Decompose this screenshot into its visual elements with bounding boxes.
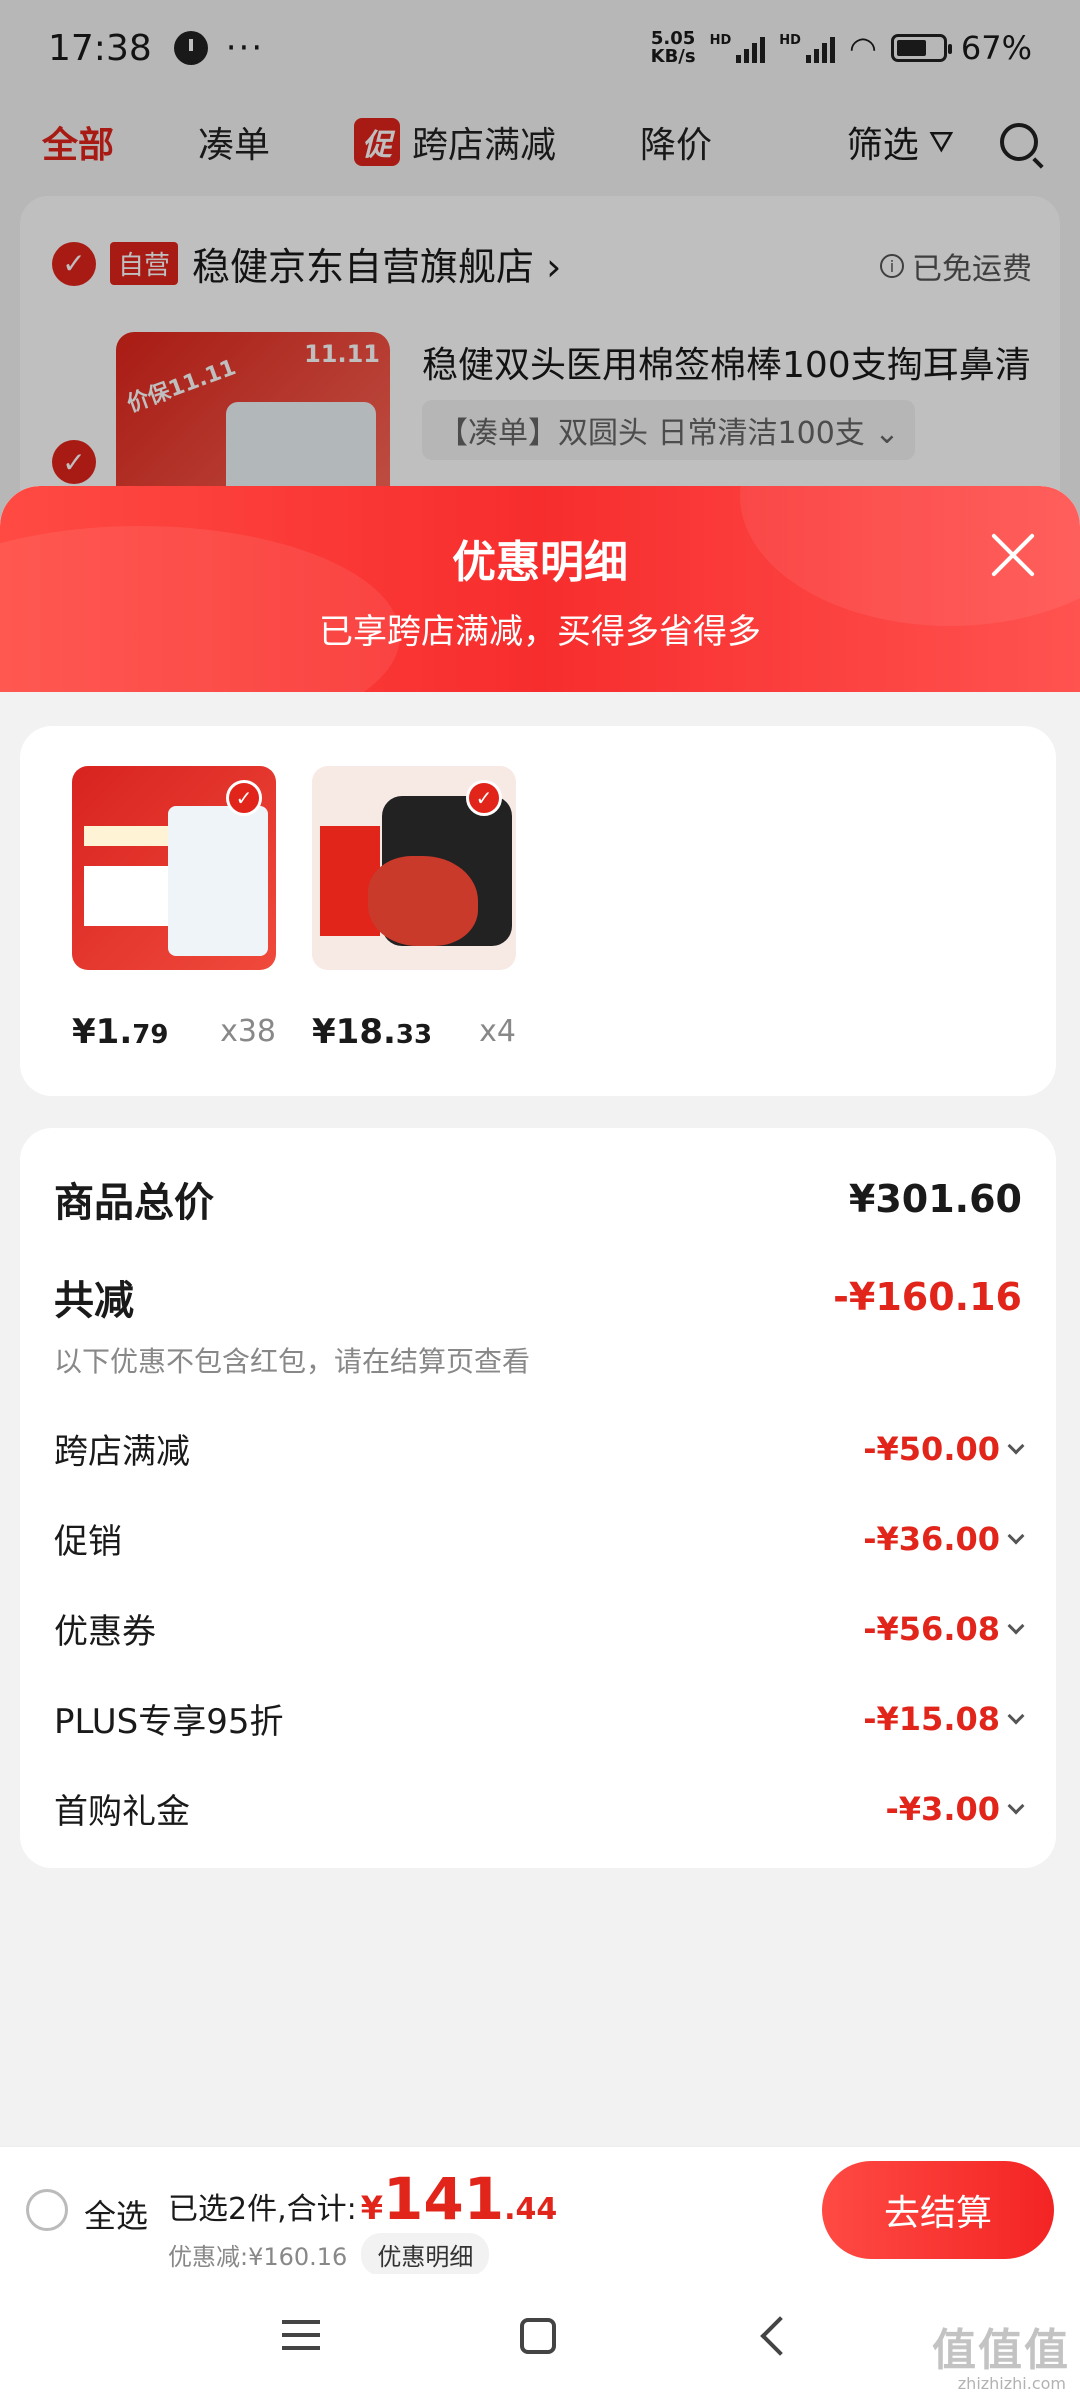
item-price: ¥18.33 bbox=[312, 1012, 433, 1052]
total-reduction-value: -¥160.16 bbox=[833, 1275, 1022, 1319]
discount-row-coupon[interactable]: 优惠券 -¥56.08 bbox=[54, 1604, 1025, 1653]
discount-amount: 优惠减:¥160.16 bbox=[168, 2243, 348, 2271]
home-icon[interactable] bbox=[520, 2318, 556, 2354]
watermark-logo: 值值值 bbox=[932, 2325, 1070, 2376]
item-image[interactable]: ✓ bbox=[312, 766, 516, 970]
back-icon[interactable] bbox=[760, 2316, 800, 2356]
system-nav-bar: 值值值 zhizhizhi.com bbox=[0, 2274, 1080, 2400]
checkout-bar: 全选 已选2件,合计: ¥ 141 .44 优惠减:¥160.16 优惠明细 去… bbox=[0, 2146, 1080, 2276]
sheet-header: 优惠明细 已享跨店满减，买得多省得多 bbox=[0, 486, 1080, 692]
discount-row-plus[interactable]: PLUS专享95折 -¥15.08 bbox=[54, 1694, 1025, 1743]
item-quantity: x38 bbox=[220, 1014, 276, 1049]
checkout-button[interactable]: 去结算 bbox=[822, 2161, 1054, 2259]
check-icon: ✓ bbox=[466, 780, 502, 816]
selected-items-card: ✓ ¥1.79 x38 ✓ ¥18.33 x4 bbox=[20, 726, 1056, 1096]
total-price-label: 商品总价 bbox=[54, 1180, 214, 1226]
total-price-value: ¥301.60 bbox=[848, 1177, 1022, 1221]
total-line: 已选2件,合计: ¥ 141 .44 bbox=[168, 2165, 558, 2233]
sheet-title: 优惠明细 bbox=[452, 537, 628, 588]
chevron-down-icon bbox=[1007, 1707, 1025, 1724]
discount-row-cross-store[interactable]: 跨店满减 -¥50.00 bbox=[54, 1424, 1025, 1473]
chevron-down-icon bbox=[1007, 1437, 1025, 1454]
discount-detail-button[interactable]: 优惠明细 bbox=[361, 2233, 490, 2276]
item-price: ¥1.79 bbox=[72, 1012, 169, 1052]
check-icon: ✓ bbox=[226, 780, 262, 816]
discount-row-promotion[interactable]: 促销 -¥36.00 bbox=[54, 1514, 1025, 1563]
selected-item[interactable]: ✓ ¥1.79 x38 bbox=[72, 766, 276, 1052]
total-reduction-row: 共减 -¥160.16 bbox=[54, 1268, 1022, 1326]
sheet-subtitle: 已享跨店满减，买得多省得多 bbox=[319, 612, 761, 652]
total-price-row: 商品总价 ¥301.60 bbox=[54, 1170, 1022, 1228]
discount-detail-sheet: 优惠明细 已享跨店满减，买得多省得多 ✓ ¥1.79 x38 ✓ ¥18.33 … bbox=[0, 486, 1080, 2400]
price-summary-card: 商品总价 ¥301.60 共减 -¥160.16 以下优惠不包含红包，请在结算页… bbox=[20, 1128, 1056, 1868]
close-icon[interactable] bbox=[988, 530, 1038, 580]
recent-apps-icon[interactable] bbox=[282, 2320, 320, 2350]
selected-count: 已选2件,合计: bbox=[168, 2192, 357, 2227]
selected-item[interactable]: ✓ ¥18.33 x4 bbox=[312, 766, 516, 1052]
total-reduction-label: 共减 bbox=[54, 1278, 134, 1324]
select-all-checkbox[interactable] bbox=[26, 2189, 68, 2231]
chevron-down-icon bbox=[1007, 1617, 1025, 1634]
total-amount: 141 bbox=[383, 2165, 505, 2233]
chevron-down-icon bbox=[1007, 1797, 1025, 1814]
select-all-label[interactable]: 全选 bbox=[84, 2191, 148, 2237]
discount-row-first-purchase[interactable]: 首购礼金 -¥3.00 bbox=[54, 1784, 1025, 1833]
reduction-note: 以下优惠不包含红包，请在结算页查看 bbox=[54, 1345, 531, 1378]
item-quantity: x4 bbox=[479, 1014, 516, 1049]
chevron-down-icon bbox=[1007, 1527, 1025, 1544]
discount-line: 优惠减:¥160.16 优惠明细 bbox=[168, 2233, 490, 2276]
watermark-url: zhizhizhi.com bbox=[957, 2374, 1066, 2393]
item-image[interactable]: ✓ bbox=[72, 766, 276, 970]
